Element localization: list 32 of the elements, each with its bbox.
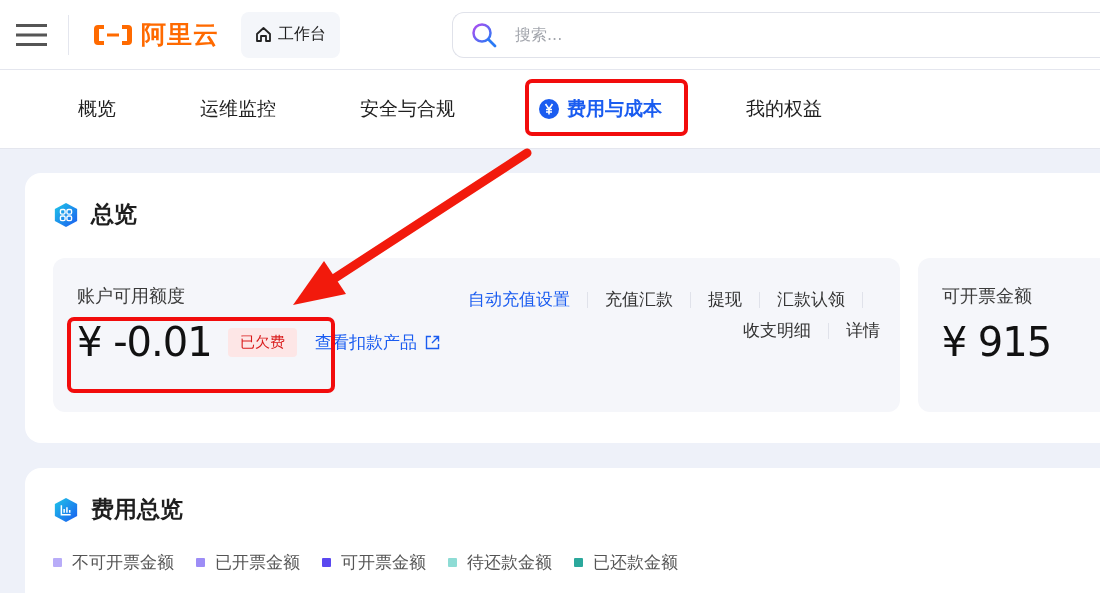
grid-hexagon-icon [53,200,79,229]
action-link[interactable]: 详情 [845,319,880,342]
action-link[interactable]: 自动充值设置 [467,288,570,311]
legend-label: 不可开票金额 [72,551,174,574]
chart-hexagon-icon [53,495,79,524]
nav-tab[interactable]: 费用与成本 [523,84,678,134]
home-icon [255,26,272,43]
workbench-button[interactable]: 工作台 [241,11,340,58]
invoice-label: 可开票金额 [941,284,1033,308]
balance-amount: ¥ -0.01 [77,322,212,362]
search-field[interactable]: 搜索... [452,11,1100,58]
action-link[interactable]: 收支明细 [742,319,811,342]
nav-tab[interactable]: 我的权益 [730,84,838,134]
nav-tab[interactable]: 概览 [62,84,132,134]
nav-tab[interactable]: 运维监控 [184,84,292,134]
nav-tab[interactable]: 安全与合规 [344,84,471,134]
action-link[interactable]: 充值汇款 [604,288,673,311]
yen-icon [539,99,559,119]
action-link[interactable]: 提现 [707,288,742,311]
action-link[interactable]: 汇款认领 [776,288,845,311]
legend-label: 可开票金额 [341,551,426,574]
invoice-amount: ¥ 915 [941,322,1052,362]
menu-icon[interactable] [16,23,47,46]
external-link-icon [424,334,440,350]
legend-label: 已开票金额 [215,551,300,574]
section-title: 总览 [91,200,137,229]
status-badge: 已欠费 [227,327,297,357]
logo-text: 阿里云 [141,19,219,51]
legend-label: 已还款金额 [593,551,678,574]
legend-label: 待还款金额 [467,551,552,574]
section-title: 费用总览 [91,495,183,524]
balance-label: 账户可用额度 [77,284,186,308]
